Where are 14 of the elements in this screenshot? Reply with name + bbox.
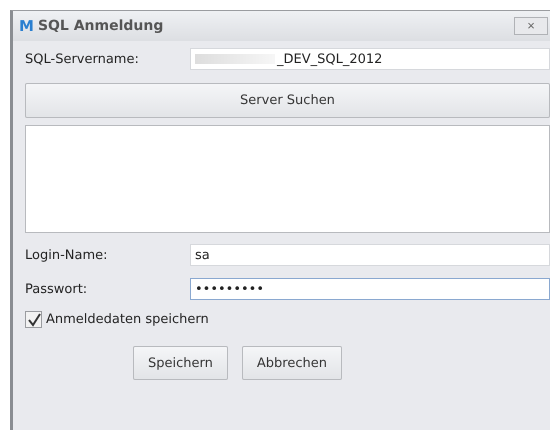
checkbox-label: Anmeldedaten speichern <box>46 312 209 327</box>
login-field[interactable]: sa <box>190 244 550 266</box>
password-field[interactable]: ••••••••• <box>190 278 550 300</box>
close-button[interactable]: × <box>514 17 548 35</box>
field-label: Passwort: <box>25 282 88 296</box>
app-logo: M <box>19 17 34 35</box>
search-server-button[interactable]: Server Suchen <box>25 83 550 118</box>
checkbox[interactable] <box>25 311 42 328</box>
server-field[interactable]: _DEV_SQL_2012 <box>190 48 550 70</box>
save-button[interactable]: Speichern <box>133 346 228 380</box>
window-title: SQL Anmeldung <box>38 18 164 34</box>
field-label: Login-Name: <box>25 248 108 262</box>
field-label: SQL-Servername: <box>25 52 140 66</box>
cancel-button[interactable]: Abbrechen <box>242 346 342 380</box>
